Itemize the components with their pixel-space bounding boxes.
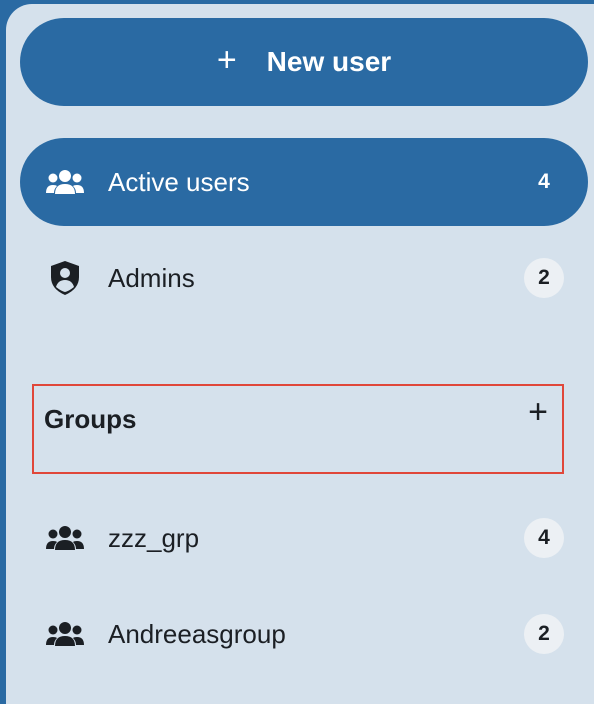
groups-section-header: Groups + bbox=[32, 384, 564, 474]
group-count: 2 bbox=[524, 614, 564, 654]
shield-user-icon bbox=[44, 257, 86, 299]
navigation-panel: + New user Active users 4 Admins 2 Group… bbox=[6, 4, 594, 704]
plus-icon: + bbox=[216, 41, 237, 79]
add-group-icon[interactable]: + bbox=[522, 395, 554, 429]
users-icon bbox=[44, 161, 86, 203]
active-users-count: 4 bbox=[538, 170, 550, 193]
users-icon bbox=[44, 517, 86, 559]
admins-count: 2 bbox=[524, 258, 564, 298]
group-item-andreeasgroup[interactable]: Andreeasgroup 2 bbox=[20, 590, 588, 678]
nav-item-active-users[interactable]: Active users 4 bbox=[20, 138, 588, 226]
group-item-zzz-grp[interactable]: zzz_grp 4 bbox=[20, 494, 588, 582]
group-count: 4 bbox=[524, 518, 564, 558]
nav-item-admins[interactable]: Admins 2 bbox=[20, 234, 588, 322]
admins-label: Admins bbox=[108, 262, 195, 293]
active-users-label: Active users bbox=[108, 166, 250, 197]
users-icon bbox=[44, 613, 86, 655]
group-label: Andreeasgroup bbox=[108, 618, 286, 649]
group-label: zzz_grp bbox=[108, 522, 200, 553]
groups-title: Groups bbox=[44, 404, 137, 434]
new-user-label: New user bbox=[266, 46, 392, 77]
new-user-button[interactable]: + New user bbox=[20, 18, 588, 106]
